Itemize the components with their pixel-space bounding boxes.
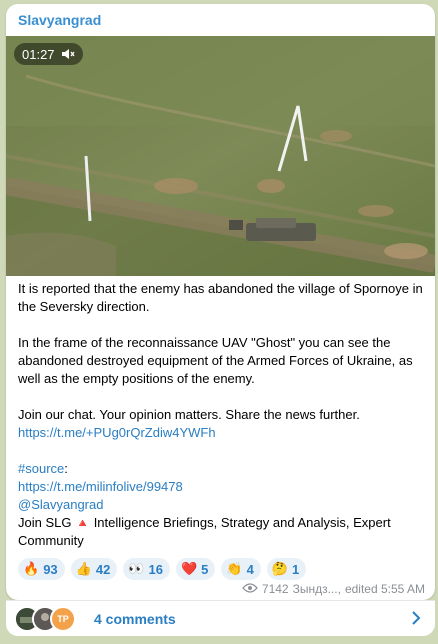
channel-mention[interactable]: @Slavyangrad <box>18 497 103 512</box>
reaction-thumbs-up[interactable]: 👍 42 <box>70 558 118 580</box>
avatar-initials: TP <box>50 605 76 632</box>
reaction-thinking[interactable]: 🤔 1 <box>266 558 307 580</box>
fire-icon: 🔥 <box>23 561 40 576</box>
join-suffix: Intelligence Briefings, Strategy and Ana… <box>18 515 391 548</box>
reaction-count: 1 <box>292 561 300 577</box>
video-duration: 01:27 <box>22 46 55 62</box>
paragraph-1: It is reported that the enemy has abando… <box>18 281 423 314</box>
thinking-icon: 🤔 <box>271 561 288 576</box>
join-prefix: Join SLG <box>18 515 72 530</box>
red-triangle-icon: 🔺 <box>75 516 91 530</box>
reaction-clap[interactable]: 👏 4 <box>221 558 261 580</box>
message-bubble: Slavyangrad 01:27 It is reported that th… <box>6 4 435 600</box>
video-duration-badge[interactable]: 01:27 <box>14 43 83 65</box>
channel-name[interactable]: Slavyangrad <box>18 12 101 28</box>
aerial-drone-footage <box>6 36 435 276</box>
reaction-eyes[interactable]: 👀 16 <box>123 558 170 580</box>
reaction-heart[interactable]: ❤️ 5 <box>175 558 216 580</box>
eyes-icon: 👀 <box>128 561 145 576</box>
reactions-bar: 🔥 93 👍 42 👀 16 ❤️ 5 👏 4 🤔 1 <box>18 558 307 580</box>
reaction-count: 42 <box>95 561 111 577</box>
paragraph-3: Join our chat. Your opinion matters. Sha… <box>18 407 360 422</box>
hashtag-colon: : <box>64 461 68 476</box>
message-text: It is reported that the enemy has abando… <box>18 280 426 550</box>
reaction-count: 5 <box>201 561 209 577</box>
reaction-count: 93 <box>43 561 58 577</box>
comments-count-label[interactable]: 4 comments <box>94 611 176 627</box>
eye-icon <box>242 582 258 596</box>
edited-time: edited 5:55 AM <box>344 582 425 596</box>
chat-link[interactable]: https://t.me/+PUg0rQrZdiw4YWFh <box>18 425 216 440</box>
heart-icon: ❤️ <box>180 561 198 576</box>
reaction-count: 4 <box>246 561 254 577</box>
hashtag-source[interactable]: #source <box>18 461 64 476</box>
comments-bar[interactable]: TP 4 comments <box>6 600 435 636</box>
thumbs-up-icon: 👍 <box>75 561 92 576</box>
reaction-fire[interactable]: 🔥 93 <box>18 558 65 580</box>
chevron-right-icon[interactable] <box>411 610 421 631</box>
speaker-muted-icon[interactable] <box>61 48 75 60</box>
paragraph-2: In the frame of the reconnaissance UAV "… <box>18 335 413 386</box>
view-count: 7142 <box>261 582 289 596</box>
source-link[interactable]: https://t.me/milinfolive/99478 <box>18 479 183 494</box>
reaction-count: 16 <box>148 561 163 577</box>
message-meta: 7142 Зындз..., edited 5:55 AM <box>242 582 425 596</box>
author-signature: Зындз..., <box>292 582 341 596</box>
clap-icon: 👏 <box>226 561 243 576</box>
video-preview[interactable]: 01:27 <box>6 36 435 276</box>
commenter-avatars: TP <box>14 605 76 632</box>
